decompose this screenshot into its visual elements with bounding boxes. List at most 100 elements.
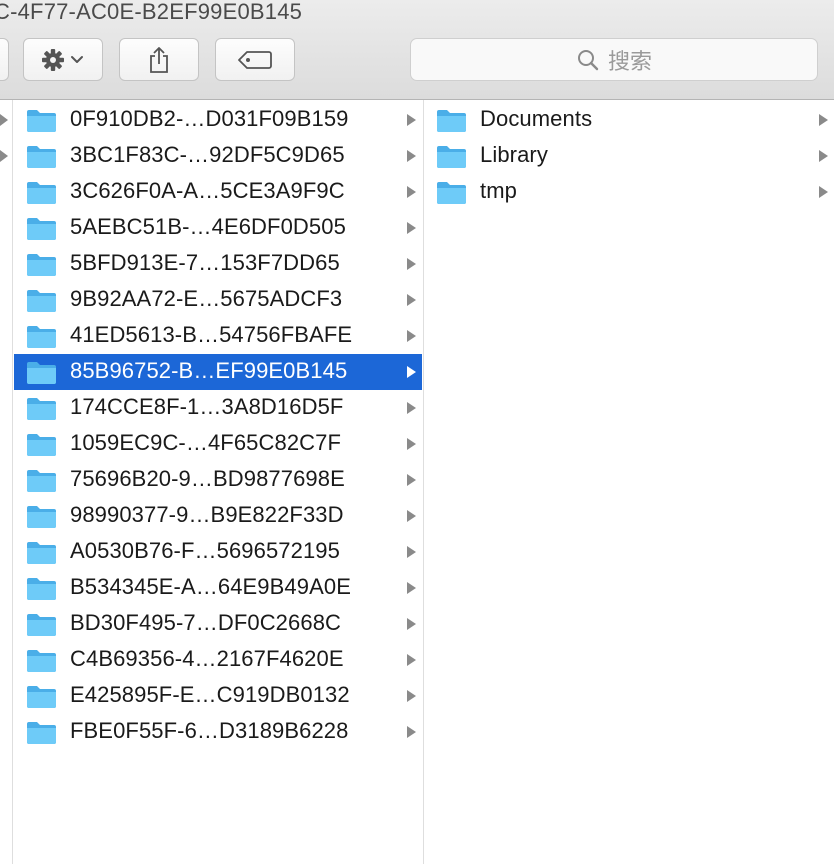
chevron-right-icon <box>407 618 416 630</box>
toolbar: C-4F77-AC0E-B2EF99E0B145 搜索 <box>0 0 834 100</box>
chevron-right-icon <box>407 150 416 162</box>
chevron-right-icon <box>407 546 416 558</box>
folder-name: 174CCE8F-1…3A8D16D5F <box>70 394 344 419</box>
chevron-right-icon <box>407 114 416 126</box>
search-icon <box>577 49 599 70</box>
folder-icon <box>27 254 56 276</box>
share-icon <box>150 46 168 73</box>
chevron-right-icon <box>407 402 416 414</box>
folder-name: 3BC1F83C-…92DF5C9D65 <box>70 142 345 167</box>
container-folder-row[interactable]: 9B92AA72-E…5675ADCF3 <box>14 282 422 318</box>
chevron-right-icon <box>407 258 416 270</box>
action-menu-button[interactable] <box>23 38 103 81</box>
folder-name: 85B96752-B…EF99E0B145 <box>70 358 348 383</box>
folder-name: BD30F495-7…DF0C2668C <box>70 610 342 635</box>
chevron-right-icon <box>407 366 416 378</box>
chevron-right-icon <box>819 186 828 198</box>
container-folder-row[interactable]: 174CCE8F-1…3A8D16D5F <box>14 390 422 426</box>
folder-name: 5BFD913E-7…153F7DD65 <box>70 250 340 275</box>
container-folder-row[interactable]: 5AEBC51B-…4E6DF0D505 <box>14 210 422 246</box>
container-folder-row[interactable]: FBE0F55F-6…D3189B6228 <box>14 714 422 750</box>
column-browser: 0F910DB2-…D031F09B159 3BC1F83C-…92DF5C9D… <box>0 100 834 864</box>
chevron-right-icon <box>0 150 8 162</box>
folder-icon <box>437 110 466 132</box>
folder-name: A0530B76-F…5696572195 <box>70 538 340 563</box>
folder-icon <box>27 110 56 132</box>
container-folder-row[interactable]: 0F910DB2-…D031F09B159 <box>14 102 422 138</box>
folder-name: 0F910DB2-…D031F09B159 <box>70 106 349 131</box>
chevron-right-icon <box>407 726 416 738</box>
folder-name: FBE0F55F-6…D3189B6228 <box>70 718 349 743</box>
folder-name: E425895F-E…C919DB0132 <box>70 682 350 707</box>
folder-name: Library <box>480 142 548 167</box>
chevron-right-icon <box>407 510 416 522</box>
share-button[interactable] <box>119 38 199 81</box>
chevron-right-icon <box>819 114 828 126</box>
folder-name: 3C626F0A-A…5CE3A9F9C <box>70 178 345 203</box>
view-mode-button[interactable] <box>0 38 9 81</box>
content-folder-row[interactable]: Library <box>424 138 834 174</box>
folder-name: C4B69356-4…2167F4620E <box>70 646 344 671</box>
chevron-right-icon <box>819 150 828 162</box>
chevron-right-icon <box>407 222 416 234</box>
folder-icon <box>27 326 56 348</box>
container-folder-row[interactable]: 3BC1F83C-…92DF5C9D65 <box>14 138 422 174</box>
container-folder-row[interactable]: BD30F495-7…DF0C2668C <box>14 606 422 642</box>
folder-name: 98990377-9…B9E822F33D <box>70 502 344 527</box>
chevron-right-icon <box>407 474 416 486</box>
folder-icon <box>27 686 56 708</box>
content-folder-row[interactable]: tmp <box>424 174 834 210</box>
container-folder-row[interactable]: B534345E-A…64E9B49A0E <box>14 570 422 606</box>
chevron-right-icon <box>407 186 416 198</box>
folder-icon <box>27 362 56 384</box>
container-folder-row[interactable]: 85B96752-B…EF99E0B145 <box>14 354 422 390</box>
chevron-down-icon <box>71 55 83 63</box>
gear-icon <box>42 48 83 71</box>
chevron-right-icon <box>0 114 8 126</box>
search-field[interactable]: 搜索 <box>410 38 818 81</box>
folder-icon <box>27 470 56 492</box>
folder-name: 75696B20-9…BD9877698E <box>70 466 345 491</box>
content-folder-row[interactable]: Documents <box>424 102 834 138</box>
container-folder-row[interactable]: 5BFD913E-7…153F7DD65 <box>14 246 422 282</box>
folder-name: 1059EC9C-…4F65C82C7F <box>70 430 342 455</box>
column-previous[interactable] <box>0 100 13 864</box>
folder-icon <box>27 578 56 600</box>
chevron-right-icon <box>407 582 416 594</box>
column-containers[interactable]: 0F910DB2-…D031F09B159 3BC1F83C-…92DF5C9D… <box>13 100 424 864</box>
tags-button[interactable] <box>215 38 295 81</box>
finder-window: C-4F77-AC0E-B2EF99E0B145 搜索 0F910DB2-…D0… <box>0 0 834 864</box>
folder-name: 5AEBC51B-…4E6DF0D505 <box>70 214 346 239</box>
container-folder-row[interactable]: 75696B20-9…BD9877698E <box>14 462 422 498</box>
folder-icon <box>27 290 56 312</box>
chevron-right-icon <box>407 330 416 342</box>
folder-icon <box>27 218 56 240</box>
folder-icon <box>27 182 56 204</box>
folder-name: 9B92AA72-E…5675ADCF3 <box>70 286 343 311</box>
folder-name: 41ED5613-B…54756FBAFE <box>70 322 353 347</box>
container-folder-row[interactable]: A0530B76-F…5696572195 <box>14 534 422 570</box>
chevron-right-icon <box>407 438 416 450</box>
folder-icon <box>27 650 56 672</box>
container-folder-row[interactable]: 41ED5613-B…54756FBAFE <box>14 318 422 354</box>
window-title: C-4F77-AC0E-B2EF99E0B145 <box>0 0 303 24</box>
container-folder-row[interactable]: 3C626F0A-A…5CE3A9F9C <box>14 174 422 210</box>
container-folder-row[interactable]: C4B69356-4…2167F4620E <box>14 642 422 678</box>
folder-name: Documents <box>480 106 593 131</box>
folder-name: B534345E-A…64E9B49A0E <box>70 574 351 599</box>
container-folder-row[interactable]: 1059EC9C-…4F65C82C7F <box>14 426 422 462</box>
folder-icon <box>27 434 56 456</box>
folder-icon <box>27 146 56 168</box>
container-folder-row[interactable]: 98990377-9…B9E822F33D <box>14 498 422 534</box>
folder-icon <box>27 722 56 744</box>
folder-name: tmp <box>480 178 517 203</box>
folder-icon <box>437 182 466 204</box>
chevron-right-icon <box>407 294 416 306</box>
container-folder-row[interactable]: E425895F-E…C919DB0132 <box>14 678 422 714</box>
column-container-contents[interactable]: Documents Library tmp <box>424 100 834 864</box>
chevron-right-icon <box>407 690 416 702</box>
folder-icon <box>27 542 56 564</box>
folder-icon <box>437 146 466 168</box>
search-placeholder: 搜索 <box>607 49 652 75</box>
folder-icon <box>27 614 56 636</box>
